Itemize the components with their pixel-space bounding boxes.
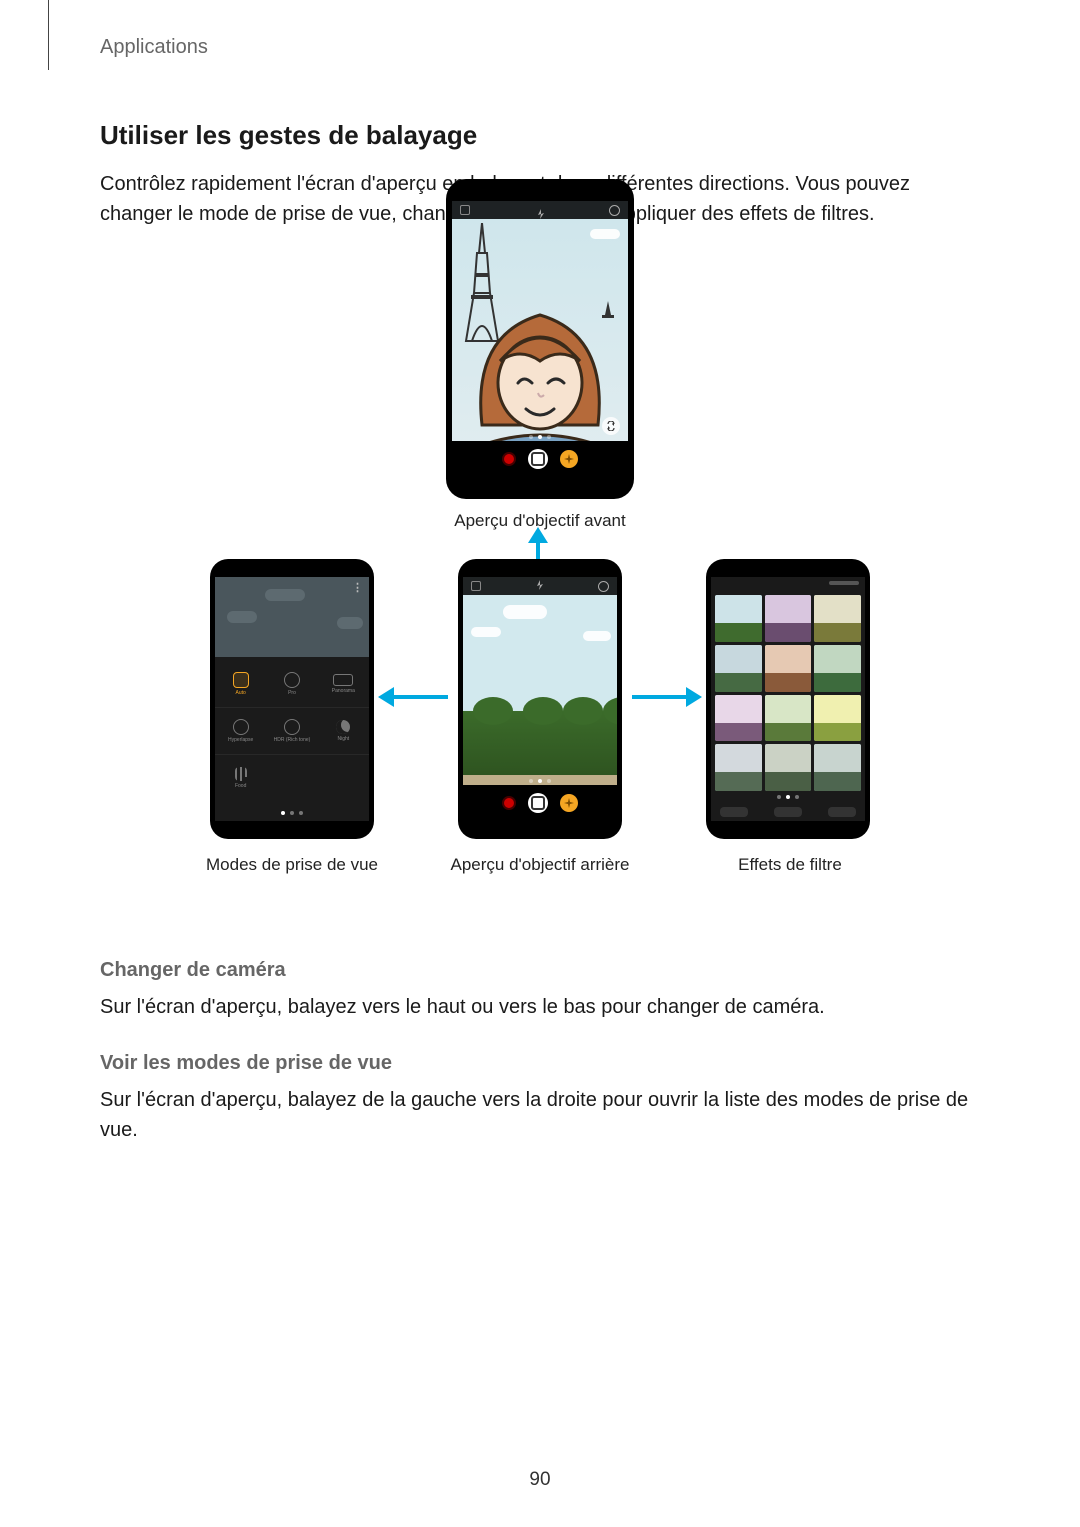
effects-icon <box>560 450 578 468</box>
mode-pager-dots <box>215 811 369 815</box>
shutter-icon <box>528 449 548 469</box>
phone-bottombar <box>452 441 628 477</box>
phone-topbar <box>463 577 617 595</box>
filter-pager-dots <box>711 795 865 799</box>
switch-camera-icon <box>602 417 620 435</box>
mode-hdr-icon <box>284 719 300 735</box>
filter-thumbnail <box>814 595 861 642</box>
flash-icon <box>536 206 544 214</box>
mode-grid: Auto Pro Panorama Hyperlapse HDR (Rich t… <box>215 661 369 801</box>
mode-pro-icon <box>284 672 300 688</box>
filter-thumbnail <box>765 695 812 742</box>
mode-food-icon <box>235 767 247 781</box>
filter-thumbnail <box>814 645 861 692</box>
tree-illustration <box>463 711 617 781</box>
mode-panorama-icon <box>333 674 353 686</box>
header-section-label: Applications <box>100 36 208 59</box>
aspect-icon <box>460 205 470 215</box>
phone-topbar <box>452 201 628 219</box>
filter-thumbnail <box>715 744 762 791</box>
filter-thumbnail <box>715 645 762 692</box>
phone-mock-shooting-modes: ⋮ Auto Pro Panorama Hyperlapse HDR (Rich… <box>210 559 374 839</box>
gear-icon <box>598 581 609 592</box>
mode-dots <box>452 435 628 439</box>
shutter-icon <box>528 793 548 813</box>
record-icon <box>502 796 516 810</box>
flash-icon <box>535 577 545 595</box>
more-icon: ⋮ <box>352 581 363 594</box>
phone-mock-rear-preview <box>458 559 622 839</box>
record-icon <box>502 452 516 466</box>
aspect-icon <box>471 581 481 591</box>
filter-thumbnail <box>765 744 812 791</box>
header-rule <box>48 0 49 70</box>
arrow-left-icon <box>392 695 448 699</box>
caption-rear-preview: Aperçu d'objectif arrière <box>430 855 650 875</box>
gesture-diagram: Aperçu d'objectif avant ⋮ Auto <box>160 259 920 919</box>
mode-auto-icon <box>233 672 249 688</box>
arrow-right-icon <box>632 695 688 699</box>
mode-night-icon <box>336 720 350 734</box>
filter-thumbnail <box>765 595 812 642</box>
mode-dots <box>463 779 617 783</box>
subheading-view-modes: Voir les modes de prise de vue <box>100 1052 980 1075</box>
caption-filter-effects: Effets de filtre <box>680 855 900 875</box>
filter-bottom-options <box>711 807 865 817</box>
person-illustration <box>452 275 628 445</box>
filter-thumbnail <box>814 695 861 742</box>
subheading-switch-camera: Changer de caméra <box>100 959 980 982</box>
page-title: Utiliser les gestes de balayage <box>100 120 980 151</box>
paragraph-switch-camera: Sur l'écran d'aperçu, balayez vers le ha… <box>100 992 980 1022</box>
filter-grid <box>715 595 861 791</box>
mode-hyperlapse-icon <box>233 719 249 735</box>
effects-icon <box>560 794 578 812</box>
filter-thumbnail <box>814 744 861 791</box>
filter-thumbnail <box>715 695 762 742</box>
paragraph-view-modes: Sur l'écran d'aperçu, balayez de la gauc… <box>100 1085 980 1145</box>
caption-shooting-modes: Modes de prise de vue <box>182 855 402 875</box>
filter-thumbnail <box>715 595 762 642</box>
filter-tab-indicator <box>829 581 859 585</box>
page-number: 90 <box>0 1469 1080 1491</box>
phone-bottombar <box>463 785 617 821</box>
phone-mock-filter-effects <box>706 559 870 839</box>
filter-thumbnail <box>765 645 812 692</box>
gear-icon <box>609 205 620 216</box>
phone-mock-front-preview <box>446 179 634 499</box>
